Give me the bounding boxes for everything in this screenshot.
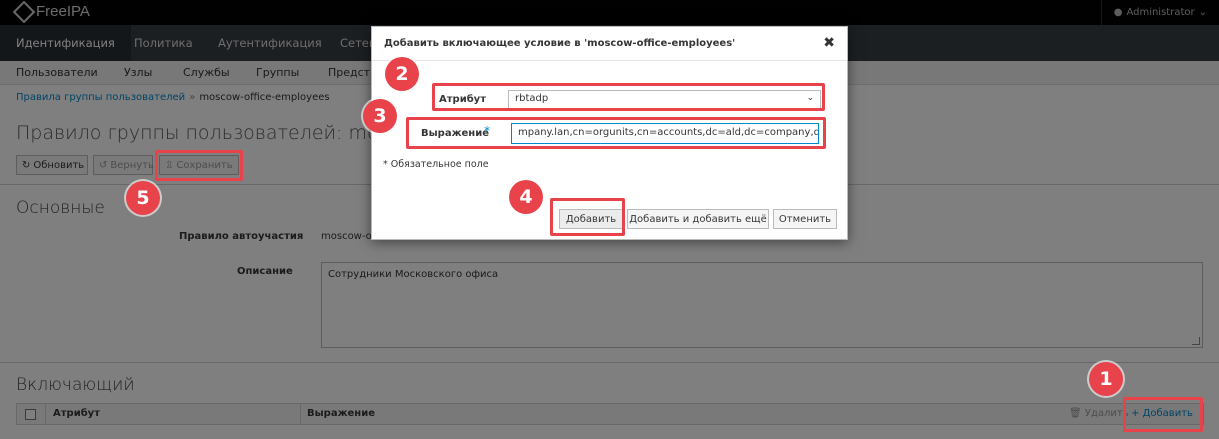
step-badge-5: 5 [126,181,160,215]
dialog-title: Добавить включающее условие в 'moscow-of… [384,38,736,49]
highlight-expression-field [406,117,826,149]
dialog-cancel-button[interactable]: Отменить [773,209,837,229]
close-icon[interactable]: ✖ [823,35,835,51]
step-badge-1: 1 [1089,362,1123,396]
dialog-add-and-add-another-button[interactable]: Добавить и добавить ещё [627,209,769,229]
dialog-header: Добавить включающее условие в 'moscow-of… [372,27,847,61]
step-badge-2: 2 [385,57,419,91]
step-badge-3: 3 [363,99,397,133]
highlight-attribute-field [432,83,825,111]
highlight-add-condition [1123,397,1203,432]
highlight-dialog-add [550,198,625,236]
step-badge-4: 4 [509,180,543,214]
required-note: * Обязательное поле [383,159,489,170]
highlight-save [155,150,243,181]
